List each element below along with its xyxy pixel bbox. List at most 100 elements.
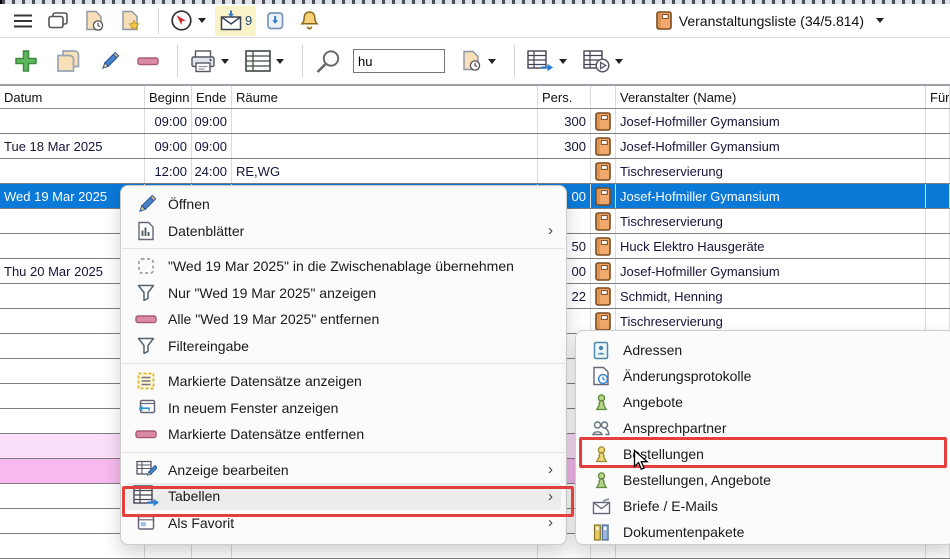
chevron-down-icon[interactable] [198,18,206,23]
print-button[interactable] [185,43,234,79]
recent-document-button[interactable] [79,6,110,36]
menu-item[interactable]: Anzeige bearbeiten› [126,457,561,484]
chevron-down-icon[interactable] [615,59,623,64]
menu-item-label: Angebote [623,394,683,410]
windows-button[interactable] [43,6,74,36]
cell-raeume: RE,WG [232,159,538,183]
favorite-document-button[interactable] [115,6,146,36]
menu-item[interactable]: "Wed 19 Mar 2025" in die Zwischenablage … [126,253,561,280]
toolbar-primary-items: 9 [8,6,329,36]
view-selector-label[interactable]: Veranstaltungsliste (34/5.814) [679,13,864,29]
chevron-down-icon[interactable] [276,59,284,64]
bell-button[interactable] [295,6,324,36]
menu-item[interactable]: Datenblätter› [126,218,561,245]
table-header[interactable]: DatumBeginnEndeRäumePers. Veranstalter (N… [0,86,950,109]
cell-fuer [926,234,950,258]
column-header-fuer[interactable]: Für [926,86,950,108]
column-header-pers[interactable]: Pers. [538,86,591,108]
table-export-icon [527,50,554,72]
mouse-cursor-icon [633,449,650,478]
cell-raeume [232,134,538,158]
menu-item-label: Anzeige bearbeiten [168,462,289,478]
menu-item[interactable]: Nur "Wed 19 Mar 2025" anzeigen [126,280,561,307]
table-row[interactable]: 09:0009:00300Josef-Hofmiller Gymansium [0,109,950,134]
book-icon [595,112,611,131]
table-run-button[interactable] [578,43,628,79]
clipboard-selection-icon [137,257,155,275]
cell-icon [591,209,616,233]
cell-beginn: 09:00 [145,134,192,158]
menu-item[interactable]: Angebote [581,389,949,415]
chevron-down-icon[interactable] [876,18,884,23]
menu-item[interactable]: Briefe / E-Mails [581,493,949,519]
import-banner-button[interactable] [261,6,290,36]
change-log-icon [592,366,610,386]
recent-document-button[interactable] [455,43,501,79]
table-button[interactable] [240,43,289,79]
filter-icon [137,337,155,354]
table-row[interactable]: Tue 18 Mar 202509:0009:00300Josef-Hofmil… [0,134,950,159]
search-input[interactable] [353,49,445,73]
table-run-icon [583,50,610,73]
cell-veranstalter: Tischreservierung [616,209,926,233]
add-button[interactable] [8,43,44,79]
import-banner-icon [265,11,286,31]
remove-button[interactable] [132,43,164,79]
contacts-icon [591,420,611,437]
column-header-veranstalter[interactable]: Veranstalter (Name) [616,86,926,108]
view-selector[interactable]: Veranstaltungsliste (34/5.814) [656,11,884,30]
filter-icon [137,284,155,301]
edit-pencil-icon [135,193,158,216]
column-header-datum[interactable]: Datum [0,86,145,108]
pawn-green-icon [593,471,610,490]
menu-item[interactable]: Markierte Datensätze entfernen [126,421,561,448]
mail-notification-button[interactable]: 9 [215,6,256,36]
document-packages-icon [593,523,610,542]
column-header-ende[interactable]: Ende [192,86,232,108]
menu-separator [122,248,565,249]
menu-item-label: Filtereingabe [168,338,249,354]
cell-icon [591,159,616,183]
column-header-beginn[interactable]: Beginn [145,86,192,108]
table-icon [245,50,271,72]
cell-fuer [926,184,950,208]
hamburger-menu-button[interactable] [8,6,38,36]
column-header-icon[interactable] [591,86,616,108]
table-row[interactable]: 12:0024:00RE,WGTischreservierung [0,159,950,184]
search-button[interactable] [310,43,347,79]
datasheet-icon [137,221,155,241]
chevron-down-icon[interactable] [488,59,496,64]
menu-item-label: Markierte Datensätze entfernen [168,426,364,442]
menu-item[interactable]: In neuem Fenster anzeigen [126,395,561,422]
menu-item[interactable]: Änderungsprotokolle [581,363,949,389]
menu-item[interactable]: Markierte Datensätze anzeigen [126,368,561,395]
remove-icon [135,430,157,439]
cell-veranstalter: Schmidt, Henning [616,284,926,308]
toolbar-primary: 9 Veranstaltungsliste (34/5.814) [0,4,950,38]
menu-separator [122,363,565,364]
cell-icon [591,259,616,283]
remove-icon [135,315,157,324]
menu-item[interactable]: Alle "Wed 19 Mar 2025" entfernen [126,306,561,333]
copy-button[interactable] [50,43,87,79]
chevron-down-icon[interactable] [559,59,567,64]
favorite-window-icon [137,515,155,531]
book-icon [595,237,611,256]
column-header-raeume[interactable]: Räume [232,86,538,108]
cell-pers: 300 [538,134,591,158]
menu-item[interactable]: Filtereingabe [126,333,561,360]
remove-icon [137,57,159,66]
cell-fuer [926,259,950,283]
cell-fuer [926,284,950,308]
navigate-button[interactable] [166,6,210,36]
table-export-button[interactable] [522,43,572,79]
menu-separator [122,452,565,453]
menu-item-label: Als Favorit [168,515,234,531]
menu-item[interactable]: Adressen [581,337,949,363]
edit-pencil-button[interactable] [93,43,126,79]
cell-fuer [926,134,950,158]
chevron-down-icon[interactable] [221,59,229,64]
recent-document-icon [460,50,483,72]
menu-item[interactable]: Öffnen [126,191,561,218]
menu-item[interactable]: Dokumentenpakete [581,519,949,545]
